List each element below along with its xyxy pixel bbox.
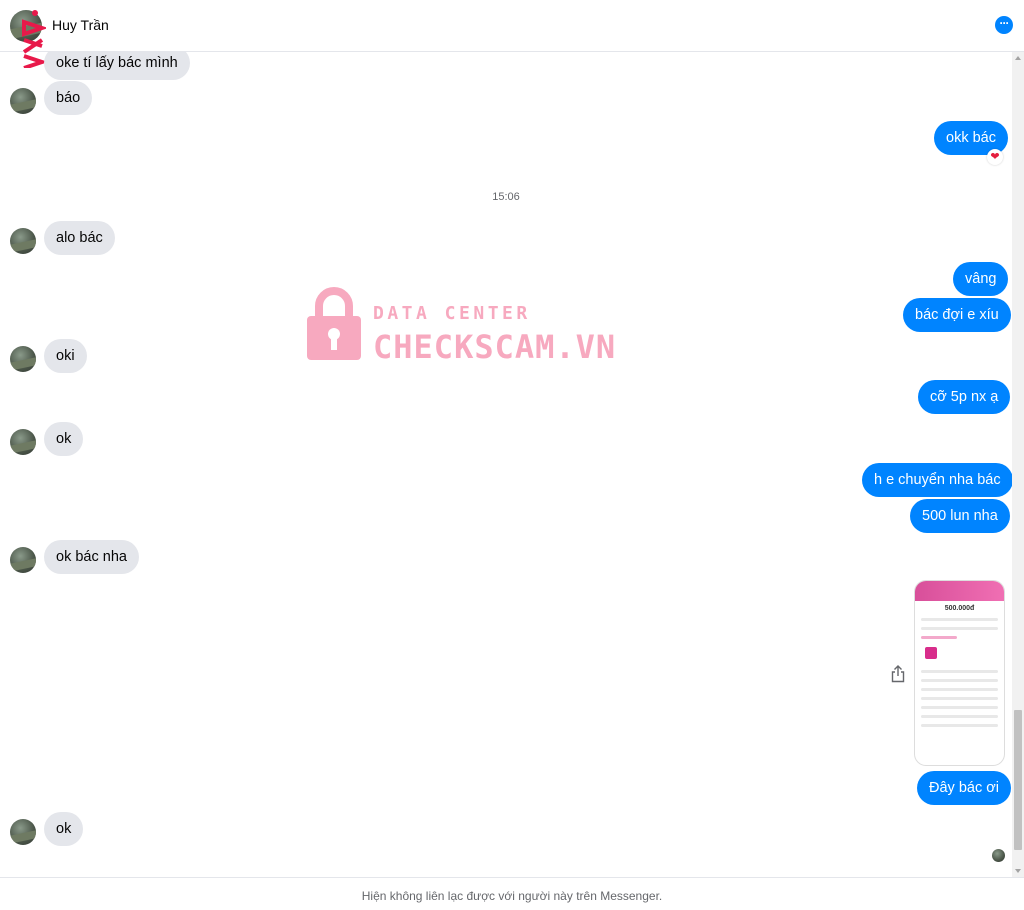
message-bubble[interactable]: vâng xyxy=(953,262,1009,296)
message-bubble[interactable]: cỡ 5p nx ạ xyxy=(918,380,1011,414)
message-bubble[interactable]: h e chuyển nha bác xyxy=(862,463,1012,497)
contact-avatar-small xyxy=(10,429,36,455)
message-bubble[interactable]: bác đợi e xíu xyxy=(903,298,1011,332)
watermark-line1: DATA CENTER xyxy=(373,303,531,324)
unavailable-notice: Hiện không liên lạc được với người này t… xyxy=(361,889,663,903)
message-bubble[interactable]: alo bác xyxy=(44,221,115,255)
message-bubble[interactable]: Đây bác ơi xyxy=(917,771,1011,805)
scroll-down-arrow-icon[interactable] xyxy=(1015,869,1021,873)
message-bubble[interactable]: ok xyxy=(44,812,84,846)
contact-avatar-small xyxy=(10,88,36,114)
message-bubble[interactable]: ok bác nha xyxy=(44,540,139,574)
heart-reaction-icon[interactable]: ❤ xyxy=(987,149,1003,165)
message-bubble[interactable]: oki xyxy=(44,339,87,373)
messenger-chat-window: Huy Trần ··· oke tí lấy bác mình báo okk… xyxy=(0,0,1024,910)
watermark-line2: CHECKSCAM.VN xyxy=(373,328,617,366)
chat-footer: Hiện không liên lạc được với người này t… xyxy=(0,877,1024,910)
scroll-up-arrow-icon[interactable] xyxy=(1015,56,1021,60)
watermark: DATA CENTER CHECKSCAM.VN xyxy=(305,286,645,366)
more-options-icon[interactable]: ··· xyxy=(995,16,1013,34)
message-list[interactable]: oke tí lấy bác mình báo okk bác ❤ 15:06 … xyxy=(0,52,1012,877)
contact-avatar-small xyxy=(10,819,36,845)
timestamp: 15:06 xyxy=(492,191,520,203)
share-icon[interactable] xyxy=(891,665,905,683)
message-bubble[interactable]: 500 lun nha xyxy=(910,499,1010,533)
message-bubble[interactable]: oke tí lấy bác mình xyxy=(44,52,190,80)
contact-avatar-small xyxy=(10,228,36,254)
receipt-amount: 500.000đ xyxy=(944,605,975,612)
seen-indicator-avatar xyxy=(992,849,1005,862)
scrollbar[interactable] xyxy=(1012,52,1024,877)
message-bubble[interactable]: báo xyxy=(44,81,93,115)
message-bubble[interactable]: ok xyxy=(44,422,84,456)
chat-header: Huy Trần ··· xyxy=(0,0,1024,52)
contact-name[interactable]: Huy Trần xyxy=(52,17,109,33)
lock-icon xyxy=(307,287,361,360)
contact-avatar-small xyxy=(10,547,36,573)
payment-receipt-image[interactable]: 500.000đ xyxy=(914,580,1005,766)
scrollbar-thumb[interactable] xyxy=(1014,710,1022,850)
contact-avatar-small xyxy=(10,346,36,372)
